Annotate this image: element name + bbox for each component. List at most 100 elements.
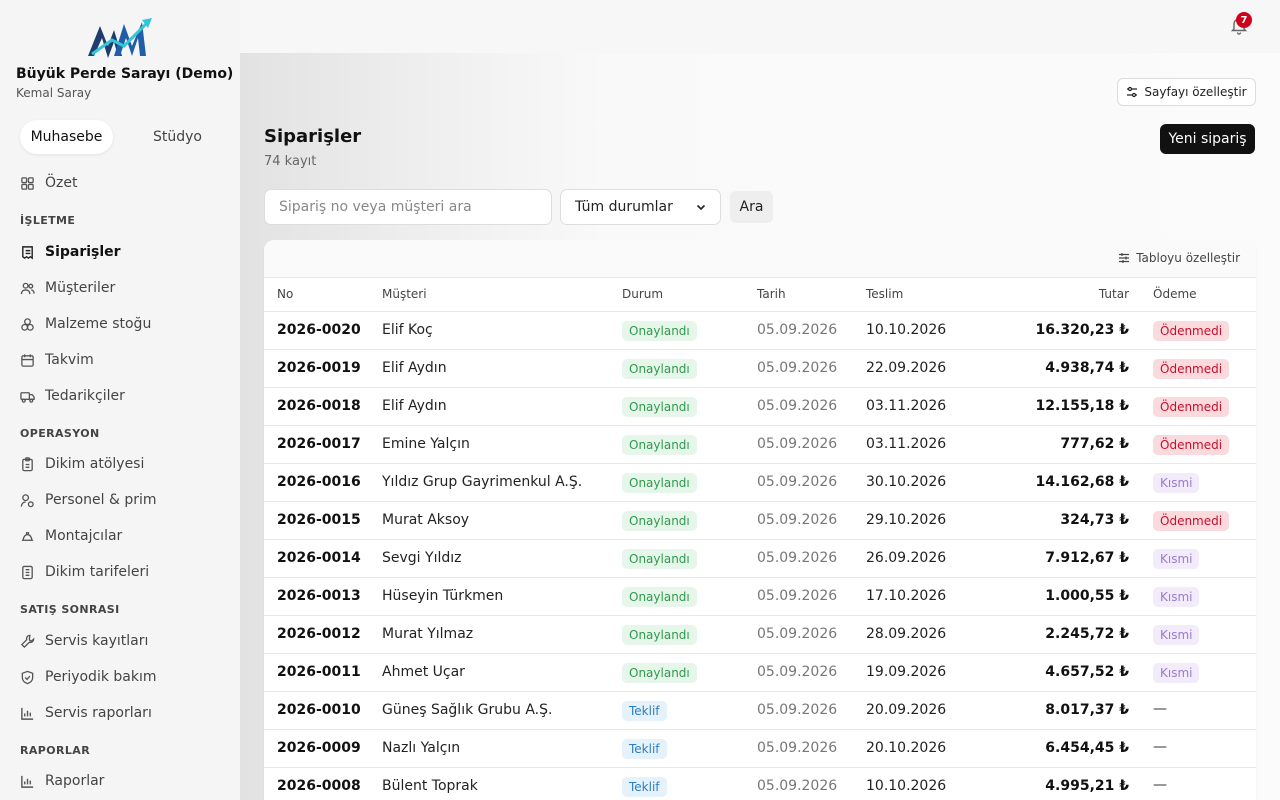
order-date: 05.09.2026 (757, 702, 838, 718)
sidebar-item-label: Personel & prim (45, 492, 157, 508)
table-row[interactable]: 2026-0020 Elif Koç Onaylandı 05.09.2026 10.1… (264, 312, 1256, 350)
table-body: 2026-0020 Elif Koç Onaylandı 05.09.2026 10.1… (264, 312, 1256, 800)
mode-studyo[interactable]: Stüdyo (131, 120, 224, 154)
order-amount: 4.938,74 ₺ (1045, 360, 1129, 376)
payment-badge: Kısmi (1153, 625, 1200, 645)
sidebar-item-tarifeler[interactable]: Dikim tarifeleri (20, 560, 149, 584)
sidebar-item-label: Malzeme stoğu (45, 316, 152, 332)
table-row[interactable]: 2026-0014 Sevgi Yıldız Onaylandı 05.09.2026… (264, 540, 1256, 578)
table-row[interactable]: 2026-0018 Elif Aydın Onaylandı 05.09.2026 03… (264, 388, 1256, 426)
sidebar-item-bakim[interactable]: Periyodik bakım (20, 665, 157, 689)
sidebar-item-takvim[interactable]: Takvim (20, 348, 94, 372)
mode-muhasebe[interactable]: Muhasebe (20, 120, 113, 154)
delivery-date: 03.11.2026 (866, 436, 947, 452)
sidebar-item-personel[interactable]: Personel & prim (20, 488, 157, 512)
table-row[interactable]: 2026-0010 Güneş Sağlık Grubu A.Ş. Teklif 05… (264, 692, 1256, 730)
search-button[interactable]: Ara (730, 191, 773, 223)
sidebar-item-label: Montajcılar (45, 528, 123, 544)
column-header-date[interactable]: Tarih (757, 287, 786, 301)
sliders-icon (1127, 86, 1138, 98)
section-satis-sonrasi: SATIŞ SONRASI (20, 603, 120, 616)
status-badge: Onaylandı (622, 549, 697, 569)
order-amount: 2.245,72 ₺ (1045, 626, 1129, 642)
table-row[interactable]: 2026-0012 Murat Yılmaz Onaylandı 05.09.2026… (264, 616, 1256, 654)
order-number: 2026-0015 (277, 512, 361, 528)
status-badge: Onaylandı (622, 625, 697, 645)
calendar-icon (21, 353, 34, 367)
customize-table-label: Tabloyu özelleştir (1136, 251, 1240, 265)
customize-page-button[interactable]: Sayfayı özelleştir (1117, 78, 1256, 106)
customize-table-button[interactable]: Tabloyu özelleştir (1118, 251, 1240, 265)
order-number: 2026-0013 (277, 588, 361, 604)
user-plus-icon (20, 493, 34, 507)
new-order-button[interactable]: Yeni sipariş (1160, 124, 1255, 154)
column-header-customer[interactable]: Müşteri (382, 287, 427, 301)
sidebar-item-label: Servis kayıtları (45, 633, 149, 649)
search-input[interactable] (264, 189, 552, 225)
column-header-status[interactable]: Durum (622, 287, 663, 301)
sidebar-item-tedarikciler[interactable]: Tedarikçiler (20, 384, 125, 408)
sidebar-item-servis-rapor[interactable]: Servis raporları (20, 701, 152, 725)
status-badge: Onaylandı (622, 435, 697, 455)
column-header-amount[interactable]: Tutar (1099, 287, 1129, 301)
table-row[interactable]: 2026-0015 Murat Aksoy Onaylandı 05.09.2026 2… (264, 502, 1256, 540)
table-row[interactable]: 2026-0009 Nazlı Yalçın Teklif 05.09.2026 20.… (264, 730, 1256, 768)
order-number: 2026-0012 (277, 626, 361, 642)
table-row[interactable]: 2026-0019 Elif Aydın Onaylandı 05.09.2026 22… (264, 350, 1256, 388)
payment-badge: Ödenmedi (1153, 397, 1230, 417)
clipboard-icon (22, 456, 33, 471)
orders-table: Tabloyu özelleştir No Müşteri Durum Tari… (264, 240, 1256, 800)
order-amount: 1.000,55 ₺ (1045, 588, 1129, 604)
order-date: 05.09.2026 (757, 512, 838, 528)
sidebar-item-raporlar[interactable]: Raporlar (20, 769, 104, 793)
table-row[interactable]: 2026-0017 Emine Yalçın Onaylandı 05.09.2026… (264, 426, 1256, 464)
customer-name: Elif Aydın (382, 360, 447, 376)
wrench-icon (20, 634, 35, 648)
payment-badge: Ödenmedi (1153, 359, 1230, 379)
boxes-icon (21, 317, 34, 331)
customer-name: Hüseyin Türkmen (382, 588, 504, 604)
delivery-date: 20.09.2026 (866, 702, 947, 718)
order-number: 2026-0014 (277, 550, 361, 566)
sidebar-item-montajcilar[interactable]: Montajcılar (20, 524, 122, 548)
sidebar-item-ozet[interactable]: Özet (20, 171, 77, 195)
order-amount: 7.912,67 ₺ (1045, 550, 1129, 566)
customer-name: Yıldız Grup Gayrimenkul A.Ş. (382, 474, 583, 490)
table-row[interactable]: 2026-0011 Ahmet Uçar Onaylandı 05.09.2026 19… (264, 654, 1256, 692)
sidebar-item-servis[interactable]: Servis kayıtları (20, 629, 148, 653)
status-badge: Onaylandı (622, 359, 697, 379)
sidebar-item-siparisler[interactable]: Siparişler (20, 240, 121, 264)
status-badge: Onaylandı (622, 663, 697, 683)
sidebar-item-malzeme[interactable]: Malzeme stoğu (20, 312, 151, 336)
status-filter-select[interactable]: Tüm durumlar (560, 189, 721, 225)
section-operasyon: OPERASYON (20, 427, 100, 440)
column-header-payment[interactable]: Ödeme (1153, 287, 1197, 301)
table-row[interactable]: 2026-0008 Bülent Toprak Teklif 05.09.2026 10… (264, 768, 1256, 800)
delivery-date: 22.09.2026 (866, 360, 947, 376)
order-number: 2026-0008 (277, 778, 361, 794)
order-amount: 324,73 ₺ (1060, 512, 1129, 528)
table-row[interactable]: 2026-0013 Hüseyin Türkmen Onaylandı 05.09.2… (264, 578, 1256, 616)
order-amount: 12.155,18 ₺ (1035, 398, 1129, 414)
column-header-no[interactable]: No (277, 287, 293, 301)
delivery-date: 30.10.2026 (866, 474, 947, 490)
bar-chart-icon (21, 707, 34, 720)
order-number: 2026-0020 (277, 322, 361, 338)
column-header-delivery[interactable]: Teslim (866, 287, 903, 301)
sidebar-item-dikim[interactable]: Dikim atölyesi (20, 452, 144, 476)
payment-badge: Kısmi (1153, 549, 1200, 569)
delivery-date: 28.09.2026 (866, 626, 947, 642)
status-badge: Teklif (622, 701, 667, 721)
order-date: 05.09.2026 (757, 664, 838, 680)
order-amount: 777,62 ₺ (1060, 436, 1129, 452)
order-amount: 14.162,68 ₺ (1035, 474, 1129, 490)
sidebar-item-musteriler[interactable]: Müşteriler (20, 276, 115, 300)
order-number: 2026-0011 (277, 664, 361, 680)
table-row[interactable]: 2026-0016 Yıldız Grup Gayrimenkul A.Ş. Ona… (264, 464, 1256, 502)
sidebar-item-label: Servis raporları (45, 705, 152, 721)
customer-name: Elif Aydın (382, 398, 447, 414)
order-date: 05.09.2026 (757, 778, 838, 794)
order-amount: 8.017,37 ₺ (1045, 702, 1129, 718)
customer-name: Güneş Sağlık Grubu A.Ş. (382, 702, 553, 718)
table-header: No Müşteri Durum Tarih Teslim Tutar Ödem… (264, 278, 1256, 312)
